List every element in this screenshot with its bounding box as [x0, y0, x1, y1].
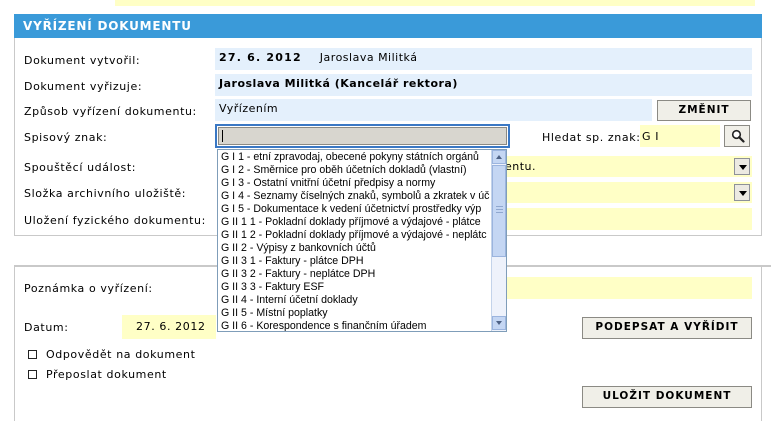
scroll-up-button[interactable] — [492, 150, 506, 164]
section-header: VYŘÍZENÍ DOKUMENTU — [14, 14, 762, 38]
checkbox-odpovedet-box[interactable] — [28, 350, 37, 359]
poznamka-input[interactable] — [505, 277, 752, 299]
dropdown-item[interactable]: G II 1 2 - Pokladní doklady příjmové a v… — [218, 229, 491, 242]
spoustec-select[interactable]: entu. — [505, 156, 752, 177]
label-spisovy: Spisový znak: — [24, 131, 108, 144]
zmenit-button[interactable]: ZMĚNIT — [657, 100, 751, 121]
label-spoustec: Spouštěcí událost: — [24, 161, 137, 174]
vytvoril-date: 27. 6. 2012 — [219, 51, 302, 64]
checkbox-preposlat-box[interactable] — [28, 370, 37, 379]
slozka-select[interactable] — [505, 182, 752, 203]
datum-input[interactable]: 27. 6. 2012 — [122, 315, 216, 339]
dropdown-scrollbar[interactable] — [491, 150, 506, 331]
label-slozka: Složka archivního uložiště: — [24, 187, 187, 200]
podepsat-button[interactable]: PODEPSAT A VYŘÍDIT — [582, 317, 752, 339]
dropdown-item[interactable]: G I 4 - Seznamy číselných znaků, symbolů… — [218, 190, 491, 203]
label-poznamka: Poznámka o vyřízení: — [24, 282, 153, 295]
dropdown-item[interactable]: G II 2 - Výpisy z bankovních účtů — [218, 242, 491, 255]
dropdown-item[interactable]: G II 3 2 - Faktury - neplátce DPH — [218, 268, 491, 281]
vytvoril-name: Jaroslava Militká — [319, 51, 418, 64]
dropdown-item[interactable]: G I 2 - Směrnice pro oběh účetních dokla… — [218, 164, 491, 177]
dropdown-items: G I 1 - etní zpravodaj, obecené pokyny s… — [218, 150, 491, 331]
chevron-down-icon — [496, 321, 502, 325]
hledat-value: G I — [642, 130, 660, 143]
zpusob-field: Vyřízením — [215, 99, 652, 121]
scroll-thumb[interactable] — [492, 165, 506, 257]
spisovy-dropdown-list[interactable]: G I 1 - etní zpravodaj, obecené pokyny s… — [217, 149, 507, 332]
label-vyrizuje: Dokument vyřizuje: — [24, 80, 143, 93]
zpusob-value: Vyřízením — [219, 102, 279, 115]
search-icon — [731, 129, 745, 146]
dropdown-item[interactable]: G II 5 - Místní poplatky — [218, 307, 491, 320]
label-zpusob: Způsob vyřízení dokumentu: — [24, 105, 197, 118]
vytvoril-field: 27. 6. 2012 Jaroslava Militká — [215, 48, 752, 70]
label-hledat: Hledat sp. znak: — [542, 131, 641, 144]
checkbox-preposlat-label: Přeposlat dokument — [46, 368, 167, 381]
label-ulozeni: Uložení fyzického dokumentu: — [24, 214, 206, 227]
scroll-down-button[interactable] — [492, 316, 506, 330]
top-yellow-strip — [115, 0, 755, 6]
datum-value: 27. 6. 2012 — [136, 320, 206, 333]
vyrizuje-field: Jaroslava Militká (Kancelář rektora) — [215, 74, 752, 96]
checkbox-odpovedet-label: Odpovědět na dokument — [46, 348, 196, 361]
label-vytvoril: Dokument vytvořil: — [24, 54, 141, 67]
ulozeni-input[interactable] — [505, 208, 752, 230]
dropdown-item[interactable]: G I 5 - Dokumentace k vedení účetnictví … — [218, 203, 491, 216]
spoustec-value: entu. — [505, 160, 537, 173]
ulozit-button[interactable]: ULOŽIT DOKUMENT — [582, 386, 752, 408]
hledat-input[interactable]: G I — [640, 125, 720, 147]
dropdown-item[interactable]: G II 3 1 - Faktury - plátce DPH — [218, 255, 491, 268]
dropdown-item[interactable]: G I 3 - Ostatní vnitřní účetní předpisy … — [218, 177, 491, 190]
chevron-up-icon — [496, 155, 502, 159]
section-title: VYŘÍZENÍ DOKUMENTU — [23, 19, 192, 33]
search-button[interactable] — [724, 125, 750, 147]
dropdown-item[interactable]: G II 1 1 - Pokladní doklady příjmové a v… — [218, 216, 491, 229]
spoustec-dropdown-arrow[interactable] — [734, 158, 750, 175]
label-datum: Datum: — [24, 321, 69, 334]
text-cursor — [222, 130, 223, 142]
vyrizuje-value: Jaroslava Militká (Kancelář rektora) — [219, 77, 458, 90]
dropdown-item[interactable]: G I 1 - etní zpravodaj, obecené pokyny s… — [218, 151, 491, 164]
dropdown-item[interactable]: G II 4 - Interní účetní doklady — [218, 294, 491, 307]
dropdown-item[interactable]: G II 3 3 - Faktury ESF — [218, 281, 491, 294]
dropdown-item[interactable]: G II 6 - Korespondence s finančním úřade… — [218, 320, 491, 331]
slozka-dropdown-arrow[interactable] — [734, 184, 750, 201]
spisovy-input[interactable] — [215, 124, 510, 148]
spisovy-input-inner — [218, 127, 507, 145]
